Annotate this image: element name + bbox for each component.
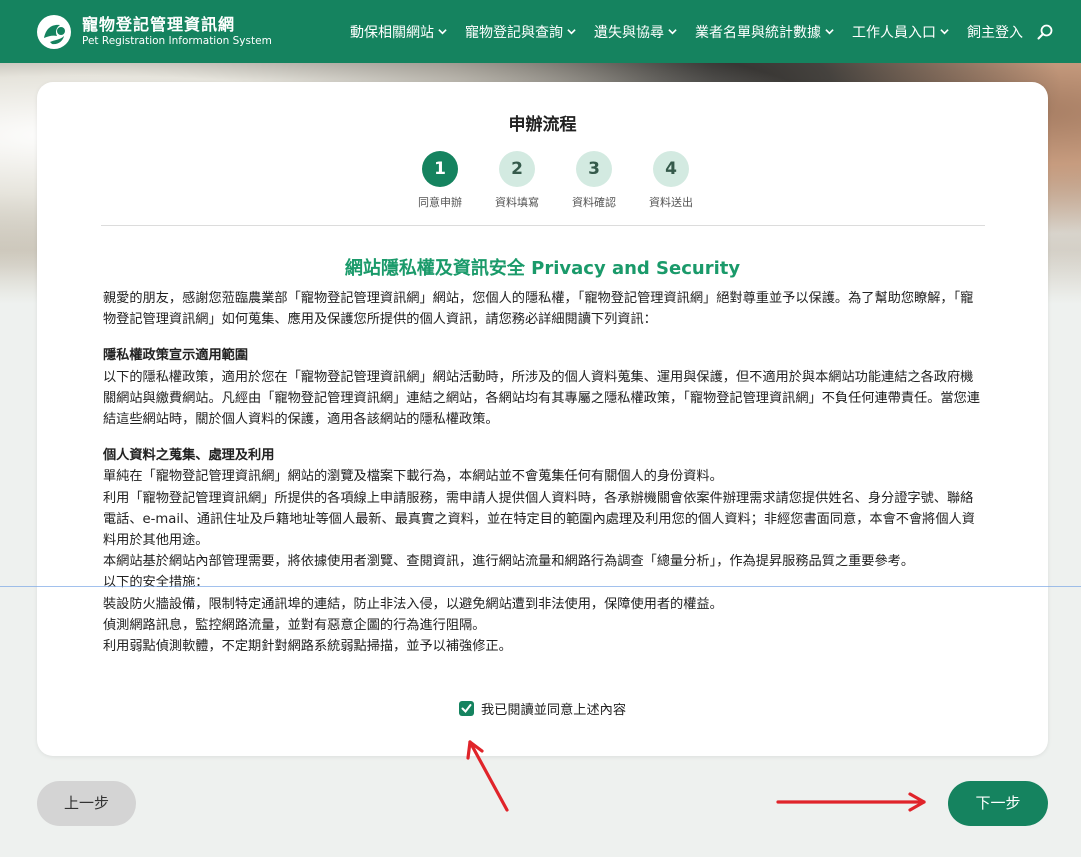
step-label: 資料送出	[649, 196, 693, 209]
menu-lost-and-found[interactable]: 遺失與協尋	[594, 22, 677, 42]
agree-checkbox[interactable]	[458, 701, 474, 716]
chevron-down-icon	[825, 29, 834, 35]
main-menu: 動保相關網站 寵物登記與查詢 遺失與協尋 業者名單與統計數據 工作人員入口 飼主…	[332, 0, 1053, 63]
menu-animal-protection-sites[interactable]: 動保相關網站	[350, 22, 447, 42]
next-step-button[interactable]: 下一步	[948, 781, 1048, 826]
pet-logo-icon	[37, 14, 71, 49]
step-label: 資料確認	[572, 196, 616, 209]
step-agree: 1 同意申辦	[405, 151, 475, 210]
step-number: 3	[576, 151, 612, 187]
menu-staff-portal[interactable]: 工作人員入口	[852, 22, 949, 42]
annotation-arrow-right-icon	[776, 792, 926, 812]
policy-line: 裝設防火牆設備，限制特定通訊埠的連結，防止非法入侵，以避免網站遭到非法使用，保障…	[103, 596, 723, 612]
policy-intro: 親愛的朋友，感謝您蒞臨農業部「寵物登記管理資訊網」網站，您個人的隱私權，「寵物登…	[103, 291, 974, 328]
section-heading-scope: 隱私權政策宣示適用範圍	[103, 348, 249, 364]
chevron-down-icon	[567, 29, 576, 35]
menu-business-list-statistics[interactable]: 業者名單與統計數據	[695, 22, 834, 42]
application-card: 申辦流程 1 同意申辦 2 資料填寫 3 資料確認 4 資料送出 網站隱私權及資…	[37, 82, 1048, 756]
section-body-scope: 以下的隱私權政策，適用於您在「寵物登記管理資訊網」網站活動時，所涉及的個人資料蒐…	[103, 369, 980, 428]
chevron-down-icon	[940, 29, 949, 35]
section-heading-data-collection: 個人資料之蒐集、處理及利用	[103, 448, 275, 464]
menu-pet-registration[interactable]: 寵物登記與查詢	[465, 22, 576, 42]
check-icon	[461, 704, 472, 714]
progress-steps: 1 同意申辦 2 資料填寫 3 資料確認 4 資料送出	[405, 151, 695, 211]
step-submit-data: 4 資料送出	[636, 151, 706, 210]
process-title: 申辦流程	[508, 115, 577, 135]
site-title: 寵物登記管理資訊網	[82, 15, 236, 34]
step-label: 資料填寫	[495, 196, 539, 209]
step-confirm-data: 3 資料確認	[559, 151, 629, 210]
step-number: 1	[422, 151, 458, 187]
policy-content: 親愛的朋友，感謝您蒞臨農業部「寵物登記管理資訊網」網站，您個人的隱私權，「寵物登…	[103, 288, 983, 657]
policy-line: 利用「寵物登記管理資訊網」所提供的各項線上申請服務，需申請人提供個人資料時，各承…	[103, 490, 975, 549]
site-subtitle: Pet Registration Information System	[82, 35, 272, 47]
step-number: 2	[499, 151, 535, 187]
divider	[101, 225, 985, 226]
previous-step-button[interactable]: 上一步	[37, 781, 136, 826]
menu-owner-login[interactable]: 飼主登入	[967, 22, 1023, 42]
chevron-down-icon	[668, 29, 677, 35]
step-label: 同意申辦	[418, 196, 462, 209]
render-glitch-line	[0, 586, 1081, 587]
site-logo[interactable]: 寵物登記管理資訊網 Pet Registration Information S…	[36, 14, 272, 50]
policy-line: 本網站基於網站內部管理需要，將依據使用者瀏覽、查閱資訊，進行網站流量和網路行為調…	[103, 554, 915, 570]
step-number: 4	[653, 151, 689, 187]
chevron-down-icon	[438, 29, 447, 35]
step-fill-data: 2 資料填寫	[482, 151, 552, 210]
policy-title: 網站隱私權及資訊安全 Privacy and Security	[344, 258, 741, 279]
agree-label[interactable]: 我已閱讀並同意上述內容	[481, 699, 626, 718]
policy-line: 單純在「寵物登記管理資訊網」網站的瀏覽及檔案下載行為，本網站並不會蒐集任何有關個…	[103, 469, 723, 485]
search-icon[interactable]	[1037, 24, 1053, 40]
policy-line: 以下的安全措施：	[103, 575, 209, 591]
annotation-arrow-up-icon	[466, 740, 509, 812]
top-navbar: 寵物登記管理資訊網 Pet Registration Information S…	[0, 0, 1081, 64]
policy-line: 偵測網路訊息，監控網路流量，並對有惡意企圖的行為進行阻隔。	[103, 617, 486, 633]
agree-row: 我已閱讀並同意上述內容	[37, 699, 1048, 718]
policy-line: 利用弱點偵測軟體，不定期針對網路系統弱點掃描，並予以補強修正。	[103, 639, 512, 655]
